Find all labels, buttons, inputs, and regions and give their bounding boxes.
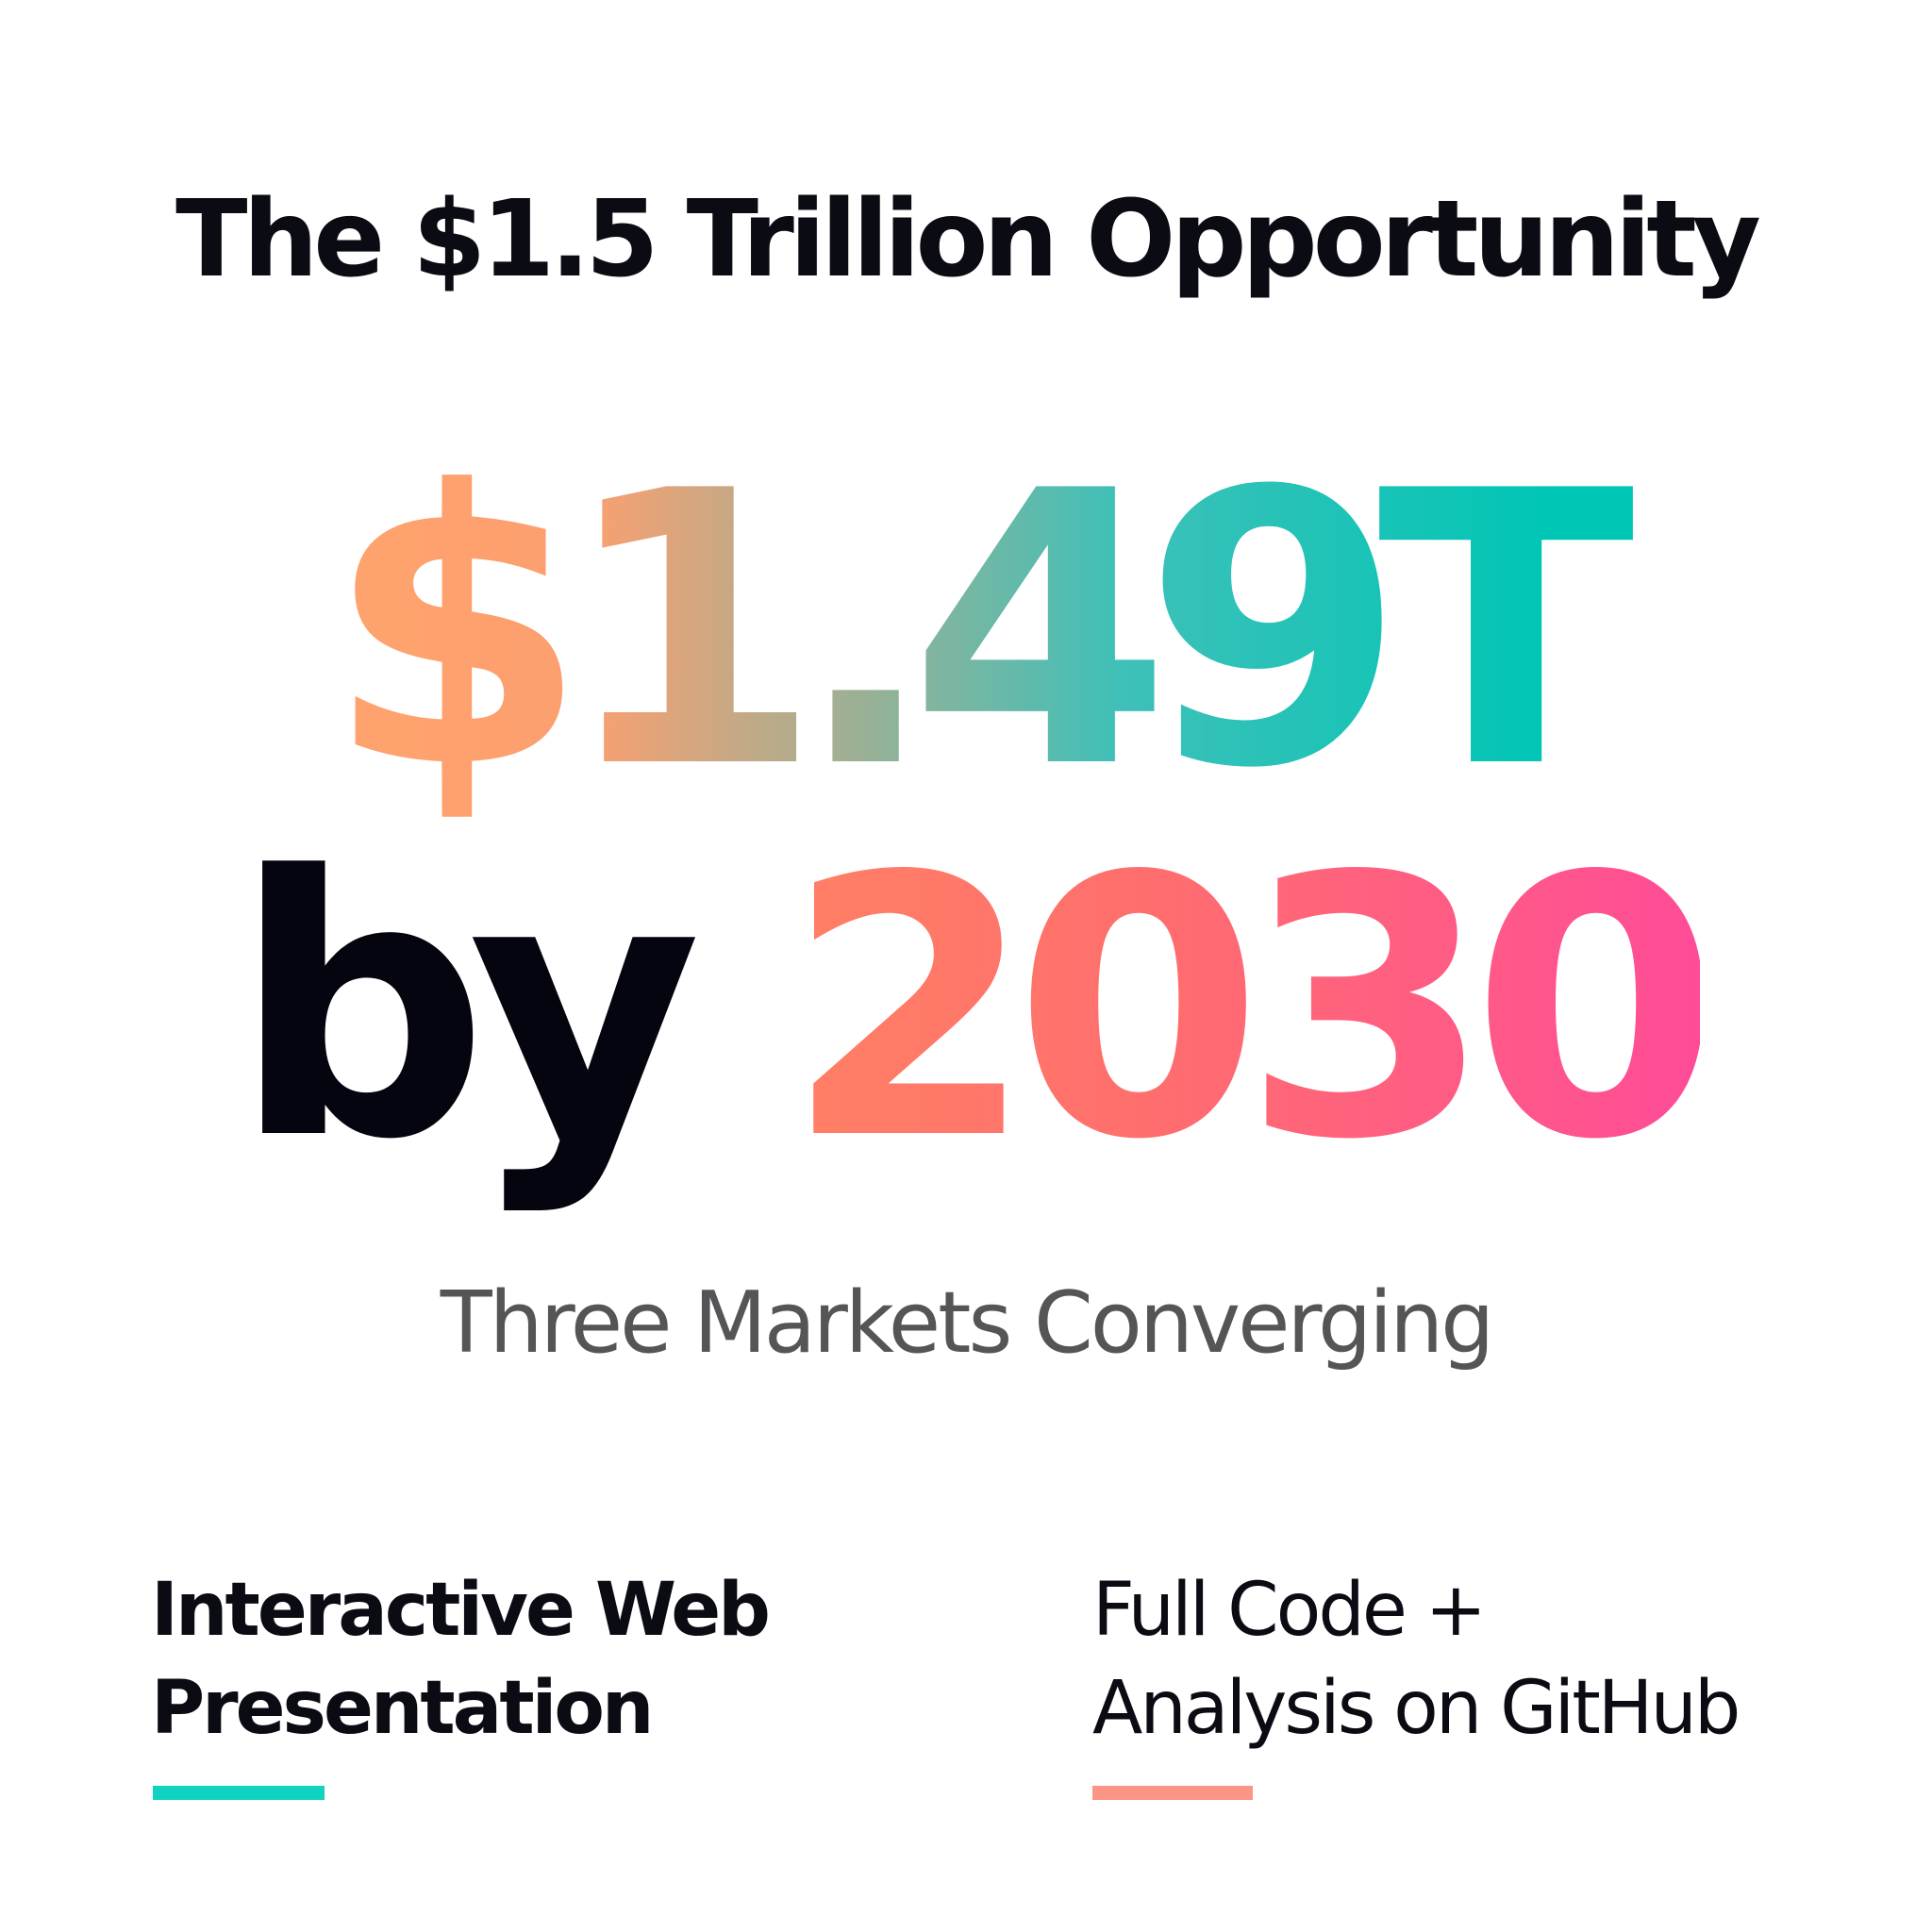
feature-interactive-web: Interactive Web Presentation — [151, 1561, 906, 1757]
page-title: The $1.5 Trillion Opportunity — [175, 178, 1761, 301]
hero-by-year-line: by 2030 — [0, 830, 1932, 1189]
accent-bar-coral — [1092, 1786, 1253, 1800]
hero-amount: $1.49T — [0, 443, 1932, 821]
feature-left-line1: Interactive Web — [151, 1568, 771, 1653]
accent-bar-teal — [153, 1786, 325, 1800]
slide: The $1.5 Trillion Opportunity $1.49T by … — [0, 0, 1932, 1932]
hero-year: 2030 — [785, 800, 1721, 1218]
hero-by-word: by — [232, 800, 702, 1218]
feature-right-line1: Full Code + — [1092, 1568, 1487, 1653]
feature-right-line2: Analysis on GitHub — [1092, 1666, 1740, 1751]
feature-left-line2: Presentation — [151, 1666, 654, 1751]
subtitle: Three Markets Converging — [440, 1274, 1495, 1373]
feature-github-code: Full Code + Analysis on GitHub — [1092, 1561, 1847, 1757]
